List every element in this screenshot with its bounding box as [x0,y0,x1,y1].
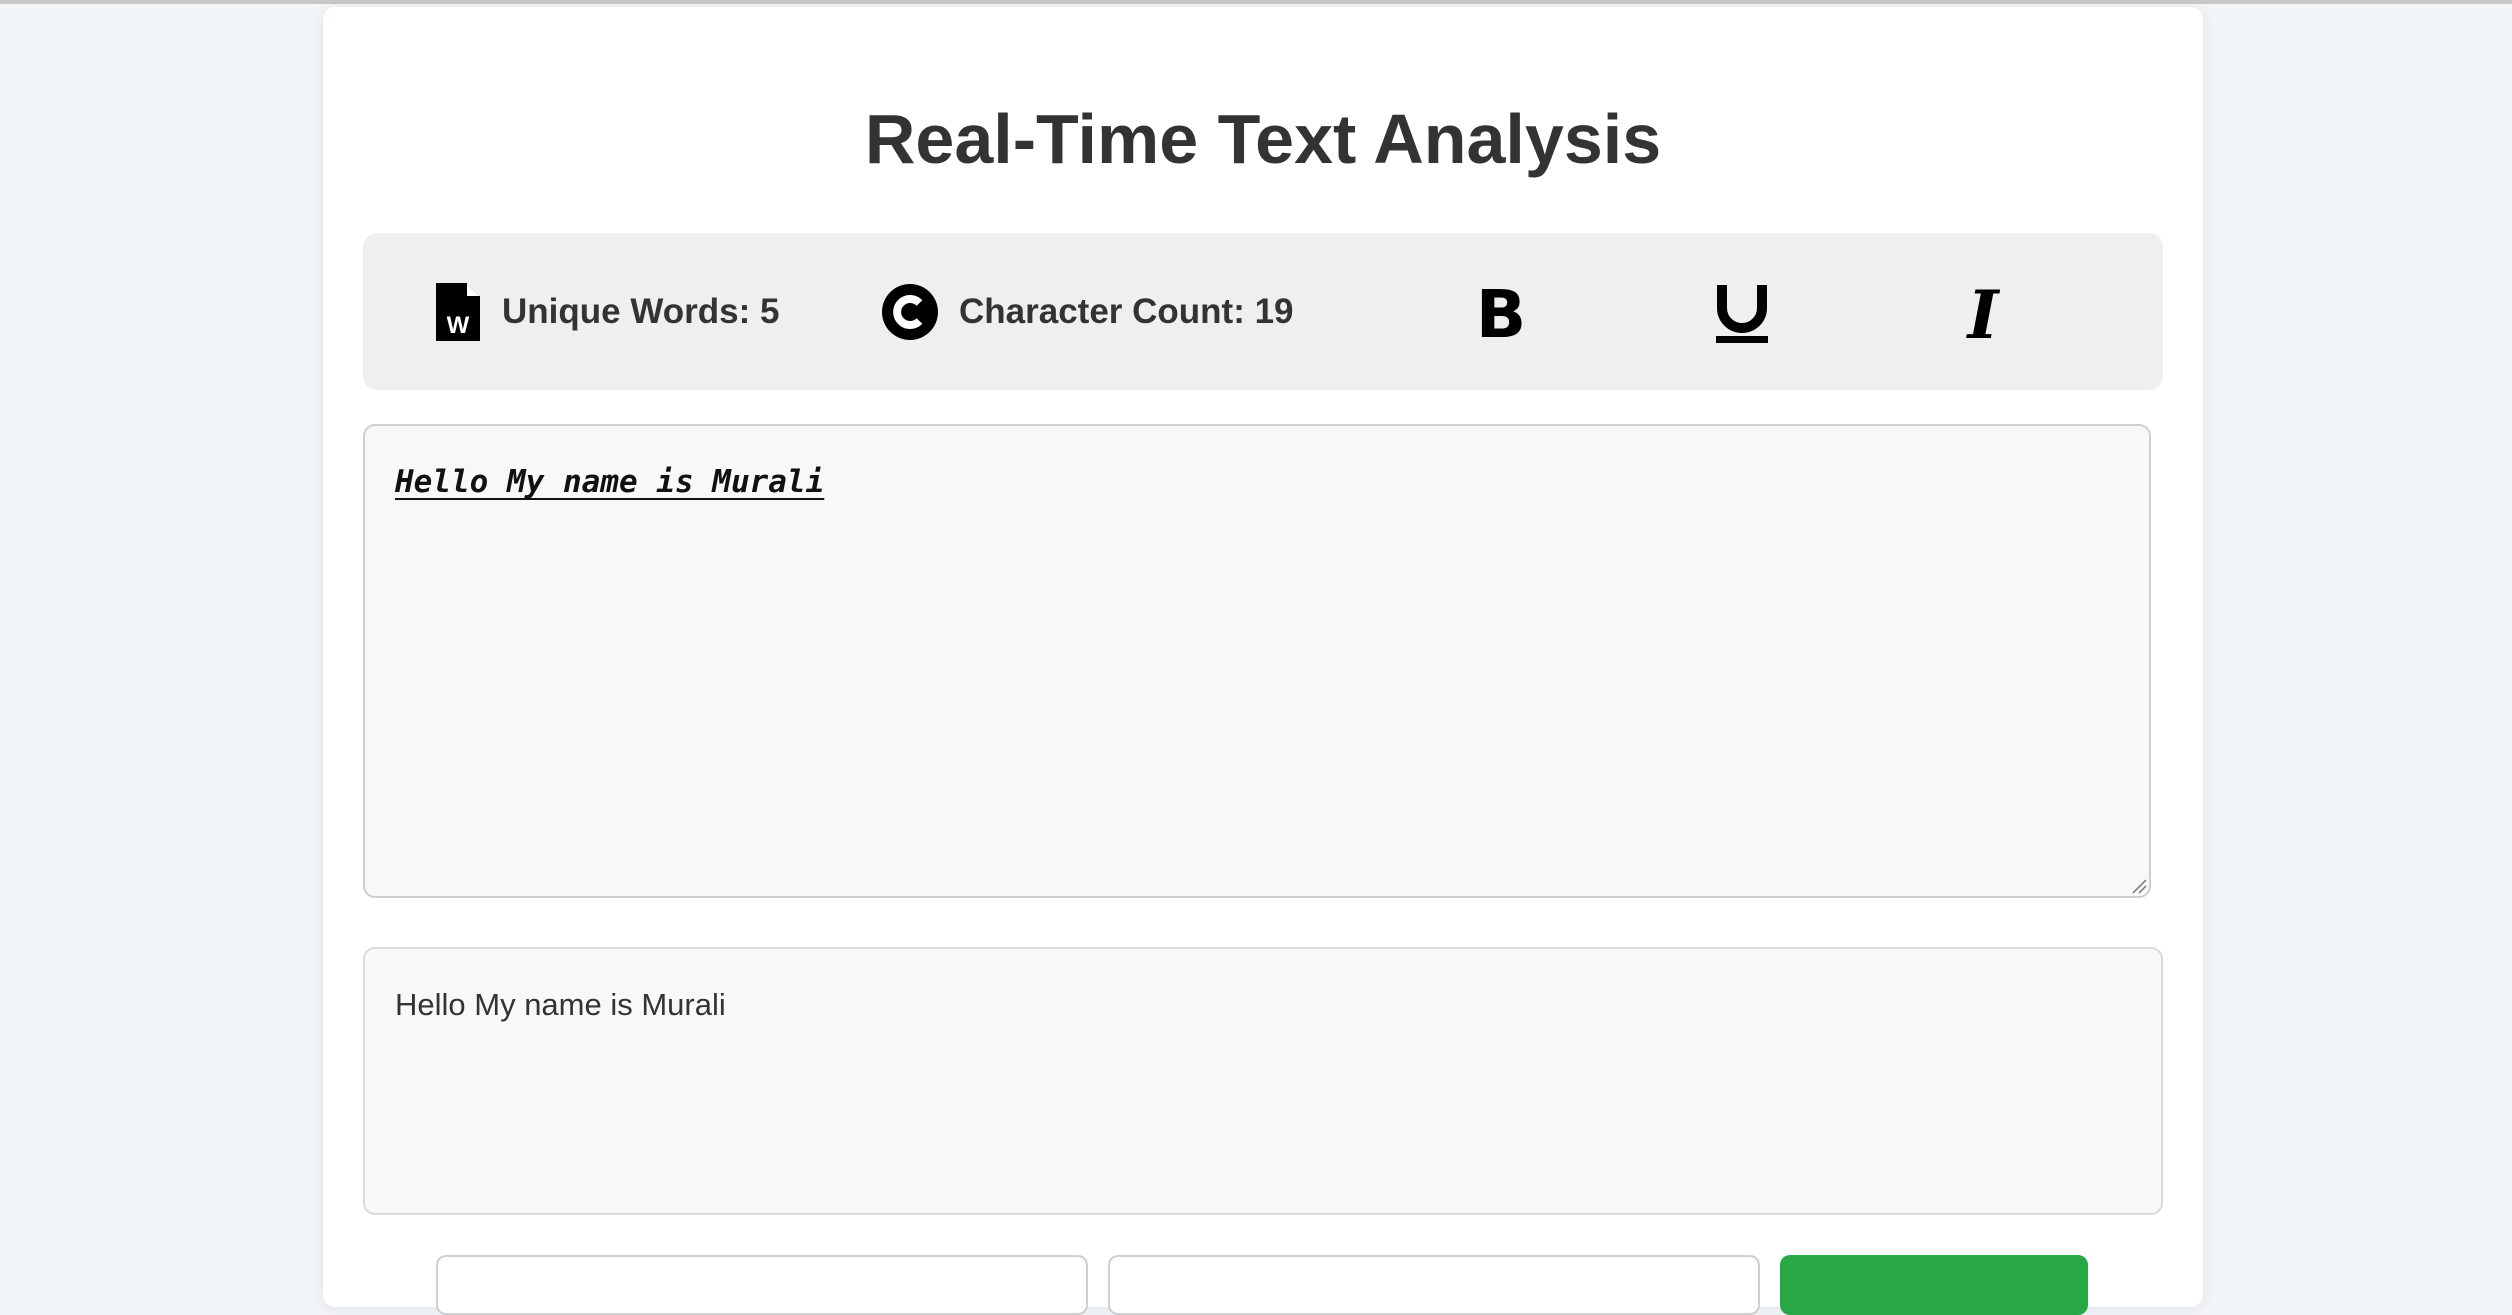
preview-text: Hello My name is Murali [395,987,726,1022]
bold-button[interactable]: B [1461,275,1541,355]
analysis-toolbar: W Unique Words: 5 Character Count: 19 B [363,233,2163,390]
unique-words-label: Unique Words: 5 [502,291,780,331]
action-button[interactable] [1780,1255,2088,1315]
character-count-label: Character Count: 19 [959,291,1294,331]
unique-words-stat: W Unique Words: 5 [436,233,779,390]
analysis-card: Real-Time Text Analysis W Unique Words: … [323,7,2203,1315]
underline-button[interactable] [1702,275,1782,355]
text-preview: Hello My name is Murali [363,947,2163,1215]
italic-icon: I [1967,276,1999,354]
word-file-icon: W [436,282,480,341]
page-title: Real-Time Text Analysis [864,100,1662,178]
resize-grip-icon[interactable] [2129,876,2147,894]
bold-icon: B [1475,276,1527,353]
circle-c-icon [881,283,939,341]
svg-text:W: W [447,312,470,339]
bottom-input-2[interactable] [1108,1255,1760,1315]
bottom-input-1[interactable] [436,1255,1088,1315]
character-count-stat: Character Count: 19 [881,233,1294,390]
underline-icon [1714,282,1770,349]
editor-text[interactable]: Hello My name is Murali [395,462,824,502]
italic-button[interactable]: I [1943,275,2023,355]
top-border [0,0,2512,4]
text-editor[interactable]: Hello My name is Murali [363,424,2151,898]
